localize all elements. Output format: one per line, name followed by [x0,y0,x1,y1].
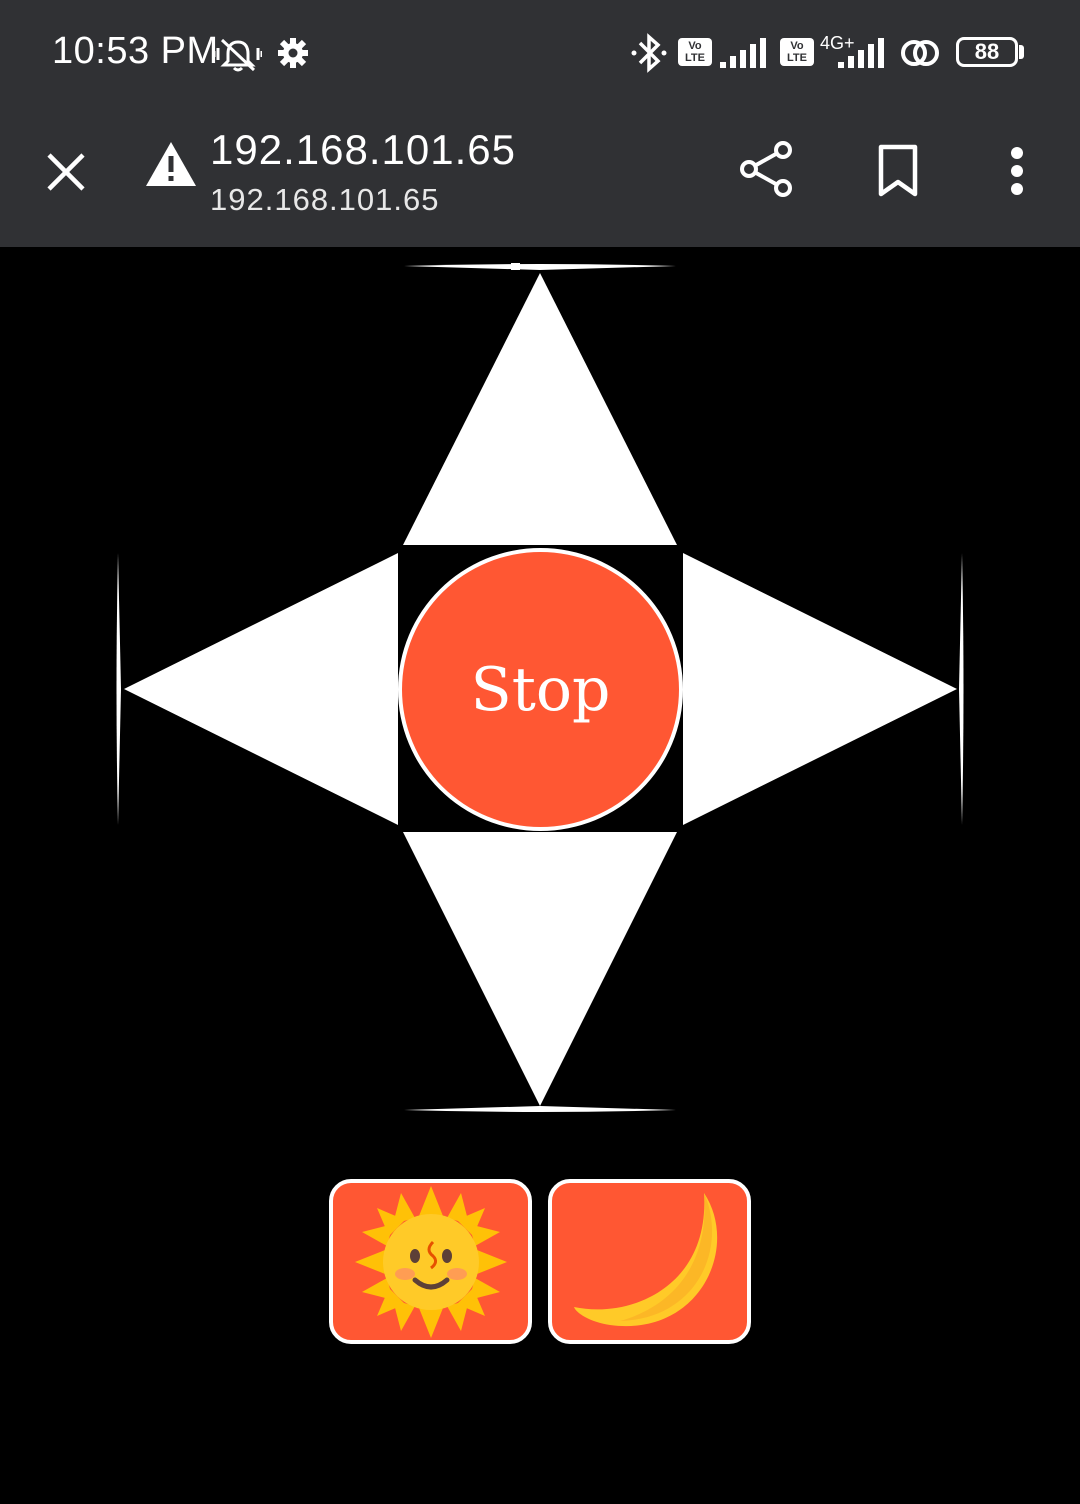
day-mode-button[interactable] [329,1179,532,1344]
sun-with-face-icon [354,1185,507,1338]
battery-icon: 88 [956,37,1018,67]
signal-icon [720,38,766,68]
share-button[interactable] [734,134,798,204]
warning-icon[interactable] [144,140,198,188]
page-content: Stop [0,247,1080,1504]
more-vert-icon [1011,147,1023,195]
more-options-button[interactable] [990,136,1044,206]
signal-icon-2 [838,38,884,68]
bookmark-icon [878,144,918,197]
volte-badge: Vo LTE [678,38,712,66]
arrow-left-button[interactable] [116,553,399,825]
arrow-up-button[interactable] [403,263,677,545]
gear-icon [278,38,308,68]
arrow-down-button[interactable] [403,832,677,1112]
close-icon [47,153,85,191]
bookmark-button[interactable] [866,136,930,206]
browser-toolbar: 192.168.101.65 192.168.101.65 [0,104,1080,247]
sync-icon [901,40,939,66]
stop-label: Stop [470,654,611,725]
crescent-moon-icon [573,1192,717,1326]
bluetooth-icon [631,33,667,73]
share-icon [740,141,792,197]
close-button[interactable] [36,142,96,202]
volte-badge-2: Vo LTE [780,38,814,66]
stop-button[interactable]: Stop [398,548,683,831]
vibrate-mute-icon [214,38,262,72]
status-time: 10:53 PM [52,30,219,72]
status-bar: 10:53 PM Vo LTE Vo LTE 4G+ 88 [0,0,1080,104]
battery-cap [1019,45,1024,59]
direction-pad [116,263,964,1112]
night-mode-button[interactable] [548,1179,751,1344]
battery-level: 88 [974,39,1000,64]
page-url[interactable]: 192.168.101.65 [210,182,440,218]
arrow-right-button[interactable] [683,553,964,825]
page-title[interactable]: 192.168.101.65 [210,126,516,174]
